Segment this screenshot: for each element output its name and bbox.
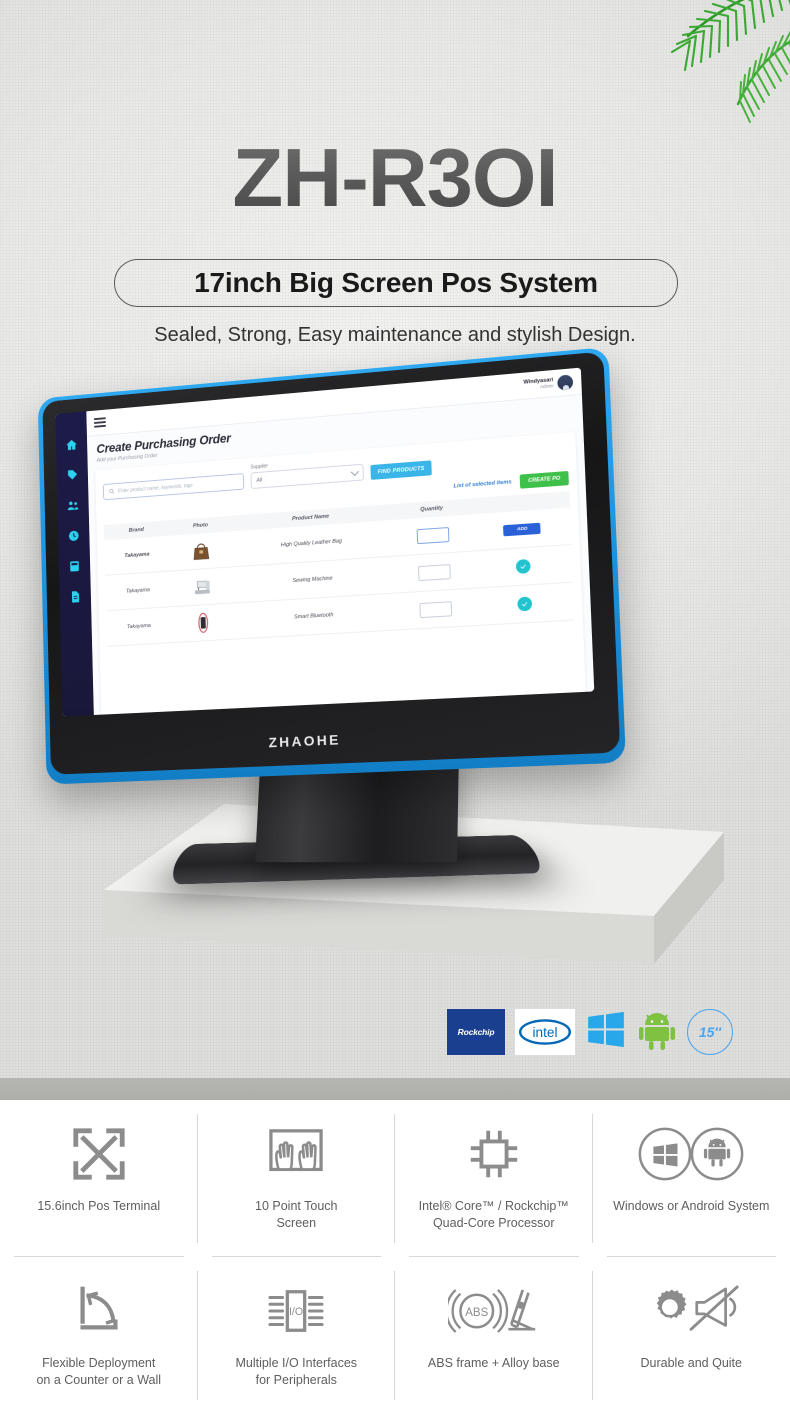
rockchip-label: Rockchip [457, 1027, 495, 1037]
feature-label: 10 Point Touch Screen [255, 1199, 338, 1230]
feature-label: ABS frame + Alloy base [427, 1356, 560, 1370]
svg-text:intel: intel [533, 1025, 558, 1040]
pos-screen[interactable]: Windyasari Admin Create Purchasing Order… [55, 367, 595, 717]
tagline: Sealed, Strong, Easy maintenance and sty… [154, 324, 636, 346]
cell-action: ADD [473, 507, 572, 551]
subtitle-pill: 17inch Big Screen Pos System [114, 259, 678, 307]
android-logo-icon [639, 1012, 675, 1050]
product-title: ZH-R3OI [0, 136, 790, 219]
feature-abs-frame: ABS ABS frame + Alloy base [395, 1257, 593, 1414]
feature-label: Multiple I/O Interfaces for Peripherals [235, 1356, 358, 1387]
windows-badge [585, 1009, 627, 1056]
abs-frame-icon: ABS [447, 1279, 540, 1343]
products-table: Brand Photo Product Name Quantity Takaya… [103, 491, 575, 647]
monitor-bezel: Windyasari Admin Create Purchasing Order… [42, 351, 621, 775]
find-products-button[interactable]: FIND PRODUCTS [370, 460, 432, 480]
feature-pos-terminal: 15.6inch Pos Terminal [0, 1100, 198, 1257]
home-icon[interactable] [65, 437, 79, 452]
leather-bag-thumbnail [189, 539, 214, 562]
subtitle-text: 17inch Big Screen Pos System [194, 267, 598, 298]
feature-touch-screen: 10 Point Touch Screen [198, 1100, 395, 1257]
cell-quantity [391, 550, 477, 594]
product-photo: Windyasari Admin Create Purchasing Order… [0, 346, 790, 964]
rockchip-badge: Rockchip [447, 1009, 505, 1055]
supplier-value: All [256, 476, 263, 484]
intel-logo-icon: intel [519, 1019, 571, 1045]
feature-os: Windows or Android System [593, 1100, 790, 1257]
size-badge-label: 15″ [698, 1024, 722, 1040]
clock-icon[interactable] [67, 528, 81, 543]
cell-quantity [390, 514, 476, 557]
search-placeholder: Enter product name, keywords, tags [117, 482, 193, 494]
selected-check-icon[interactable] [517, 596, 533, 612]
pos-main: Windyasari Admin Create Purchasing Order… [86, 367, 595, 715]
selected-check-icon[interactable] [516, 558, 532, 574]
features-grid: 15.6inch Pos Terminal 10 Point Touch Scr… [0, 1100, 790, 1414]
create-po-button[interactable]: CREATE PO [519, 470, 569, 489]
touch-hands-icon [265, 1122, 327, 1186]
hero-section: ZH-R3OI 17inch Big Screen Pos System Sea… [0, 0, 790, 1100]
cell-brand: Takayama [106, 606, 172, 647]
expand-arrows-icon [70, 1122, 128, 1186]
bezel-brand-text: ZHAOHE [268, 731, 341, 751]
cell-brand: Takayama [104, 535, 170, 576]
search-icon [109, 488, 116, 495]
svg-text:ABS: ABS [465, 1307, 488, 1319]
feature-label: 15.6inch Pos Terminal [37, 1199, 161, 1213]
feature-durable-quiet: Durable and Quite [593, 1257, 790, 1414]
gear-mute-icon [641, 1279, 741, 1343]
wall-mount-icon [70, 1279, 128, 1343]
smart-bluetooth-thumbnail [191, 611, 216, 634]
avatar[interactable] [557, 373, 574, 391]
svg-text:I/O: I/O [289, 1306, 303, 1318]
feature-processor: Intel® Core™ / Rockchip™ Quad-Core Proce… [395, 1100, 593, 1257]
cell-photo [169, 566, 235, 607]
feature-label: Durable and Quite [640, 1356, 742, 1370]
cell-quantity [393, 588, 479, 631]
users-icon[interactable] [66, 497, 80, 512]
cell-photo [170, 602, 236, 643]
android-badge [637, 1009, 677, 1056]
document-icon[interactable] [68, 589, 82, 604]
tag-icon[interactable] [65, 467, 79, 482]
pos-content-card: . Enter product name, keywords, tags Sup… [95, 431, 586, 715]
feature-label: Flexible Deployment on a Counter or a Wa… [36, 1356, 162, 1387]
product-page: ZH-R3OI 17inch Big Screen Pos System Sea… [0, 0, 790, 1414]
io-ports-icon: I/O [266, 1279, 326, 1343]
cell-action [476, 582, 575, 626]
feature-io-ports: I/O Multiple I/O Interfaces for Peripher… [198, 1257, 395, 1414]
quantity-input[interactable] [418, 600, 452, 618]
cell-action [475, 544, 573, 589]
chevron-down-icon [350, 467, 359, 476]
badge-row: Rockchip intel 15″ [447, 1006, 747, 1058]
hero-bottom-band [0, 1078, 790, 1100]
hamburger-menu-icon[interactable] [93, 417, 107, 428]
feature-label: Windows or Android System [613, 1199, 770, 1213]
windows-android-icon [637, 1122, 745, 1186]
quantity-input[interactable] [416, 526, 450, 544]
size-badge: 15″ [687, 1009, 733, 1055]
cell-brand: Takayama [105, 570, 171, 611]
sewing-machine-thumbnail [194, 575, 210, 595]
cpu-chip-icon [465, 1122, 523, 1186]
user-block[interactable]: Windyasari Admin [523, 373, 574, 393]
monitor: Windyasari Admin Create Purchasing Order… [37, 346, 627, 785]
calculator-icon[interactable] [67, 558, 81, 573]
windows-logo-icon [588, 1011, 624, 1047]
intel-badge: intel [515, 1009, 575, 1055]
cell-photo [168, 531, 234, 571]
feature-label: Intel® Core™ / Rockchip™ Quad-Core Proce… [418, 1199, 569, 1230]
add-button[interactable]: ADD [503, 522, 542, 536]
quantity-input[interactable] [417, 563, 451, 581]
feature-deployment: Flexible Deployment on a Counter or a Wa… [0, 1257, 198, 1414]
selected-items-link[interactable]: List of selected items [453, 479, 511, 489]
palm-leaf-decoration [670, 0, 790, 123]
